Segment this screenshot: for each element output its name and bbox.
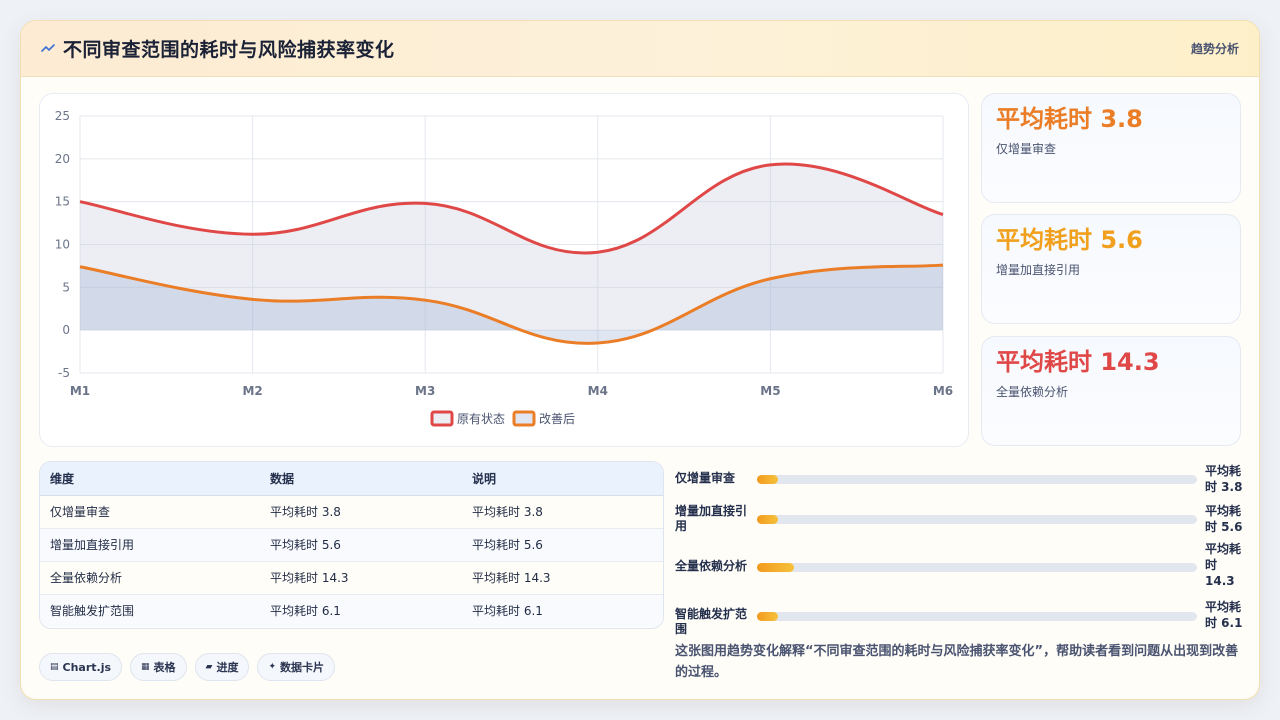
x-tick-label: M3 bbox=[415, 384, 435, 398]
chart-icon: ▤ bbox=[50, 662, 59, 672]
progress-label: 智能触发扩范围 bbox=[675, 607, 748, 636]
table-cell: 平均耗时 3.8 bbox=[462, 495, 663, 529]
trend-icon bbox=[41, 42, 55, 56]
table-cell: 平均耗时 6.1 bbox=[270, 604, 341, 619]
x-tick-label: M1 bbox=[70, 384, 90, 398]
progress-label: 仅增量审查 bbox=[675, 471, 736, 485]
y-tick-label: 20 bbox=[55, 152, 70, 166]
progress-label: 增量加直接引用 bbox=[675, 504, 748, 533]
progress-row: 全量依赖分析 平均耗时 14.3 bbox=[675, 542, 1245, 591]
chip-label: Chart.js bbox=[62, 660, 112, 674]
progress-fill bbox=[757, 612, 779, 621]
table-row: 增量加直接引用 平均耗时 5.6 平均耗时 5.6 bbox=[40, 528, 663, 562]
progress-label: 全量依赖分析 bbox=[675, 559, 748, 573]
progress-track bbox=[757, 563, 1197, 572]
dashboard-card: 不同审查范围的耗时与风险捕获率变化 趋势分析 25 20 15 10 5 0 -5 M1 M2 M… bbox=[20, 20, 1260, 700]
chip-label: 进度 bbox=[216, 661, 239, 674]
column-header: 维度 bbox=[40, 462, 260, 496]
y-tick-label: 25 bbox=[55, 109, 70, 123]
progress-track bbox=[757, 612, 1197, 621]
table-cell: 智能触发扩范围 bbox=[50, 604, 135, 619]
chip-label: 表格 bbox=[153, 661, 176, 674]
progress-value: 平均耗时 6.1 bbox=[1205, 600, 1243, 630]
y-tick-label: 15 bbox=[55, 195, 70, 209]
legend-swatch bbox=[512, 410, 536, 427]
chip-label: 数据卡片 bbox=[280, 661, 325, 674]
table-cell: 平均耗时 6.1 bbox=[472, 604, 543, 619]
chip-progress[interactable]: ▰ 进度 bbox=[194, 653, 250, 681]
y-tick-label: 10 bbox=[55, 238, 70, 252]
stat-card-direct-ref: 平均耗时 5.6 增量加直接引用 bbox=[981, 214, 1241, 324]
stat-value: 平均耗时 5.6 bbox=[996, 226, 1143, 254]
line-chart: 25 20 15 10 5 0 -5 M1 M2 M3 M4 M5 M6 原有状态 改善后 bbox=[39, 93, 969, 447]
progress-fill bbox=[757, 563, 794, 572]
y-tick-label: 0 bbox=[62, 323, 70, 337]
tech-chips: ▤ Chart.js ▦ 表格 ▰ 进度 ✦ 数据卡片 bbox=[39, 653, 336, 681]
stat-card-incremental: 平均耗时 3.8 仅增量审查 bbox=[981, 93, 1241, 203]
table-cell: 平均耗时 5.6 bbox=[260, 528, 462, 562]
table-row: 智能触发扩范围 平均耗时 6.1 平均耗时 6.1 bbox=[40, 594, 663, 627]
stat-value: 平均耗时 3.8 bbox=[996, 105, 1143, 133]
progress-value: 平均耗时 3.8 bbox=[1205, 464, 1243, 494]
table-cell: 平均耗时 3.8 bbox=[260, 495, 462, 529]
chart-svg: 25 20 15 10 5 0 -5M1 M2 M3 M4 M5 M6 原有状态 改善后 bbox=[55, 109, 953, 427]
stat-card-full-dependency: 平均耗时 14.3 全量依赖分析 bbox=[981, 336, 1241, 446]
table-cell: 平均耗时 14.3 bbox=[260, 561, 462, 595]
x-tick-label: M6 bbox=[933, 384, 953, 398]
progress-fill bbox=[757, 475, 779, 484]
stat-label: 增量加直接引用 bbox=[996, 263, 1081, 277]
progress-track bbox=[757, 475, 1197, 484]
progress-track bbox=[757, 515, 1197, 524]
legend-swatch bbox=[430, 410, 454, 427]
stat-label: 仅增量审查 bbox=[996, 142, 1057, 156]
data-table: 维度 数据 说明 仅增量审查 平均耗时 3.8 平均耗时 3.8 增量加直接引用… bbox=[39, 461, 664, 629]
table-header-row: 维度 数据 说明 bbox=[40, 462, 663, 496]
stat-label: 全量依赖分析 bbox=[996, 385, 1069, 399]
progress-row: 增量加直接引用 平均耗时 5.6 bbox=[675, 503, 1245, 543]
chip-chartjs[interactable]: ▤ Chart.js bbox=[39, 653, 123, 681]
stat-value: 平均耗时 14.3 bbox=[996, 348, 1160, 376]
y-tick-label: -5 bbox=[58, 366, 70, 380]
table-icon: ▦ bbox=[141, 662, 150, 672]
x-tick-label: M5 bbox=[760, 384, 780, 398]
column-header: 数据 bbox=[260, 462, 462, 496]
chip-data-card[interactable]: ✦ 数据卡片 bbox=[257, 653, 336, 681]
sparkle-icon: ✦ bbox=[268, 662, 277, 672]
y-tick-label: 5 bbox=[62, 280, 70, 294]
x-tick-label: M4 bbox=[588, 384, 608, 398]
card-header: 不同审查范围的耗时与风险捕获率变化 趋势分析 bbox=[21, 21, 1259, 77]
table-cell: 仅增量审查 bbox=[40, 495, 260, 529]
column-header: 说明 bbox=[462, 462, 663, 496]
progress-icon: ▰ bbox=[205, 662, 213, 672]
table-cell: 增量加直接引用 bbox=[40, 528, 260, 562]
x-tick-label: M2 bbox=[242, 384, 262, 398]
page-title: 不同审查范围的耗时与风险捕获率变化 bbox=[63, 39, 395, 61]
table-row: 全量依赖分析 平均耗时 14.3 平均耗时 14.3 bbox=[40, 561, 663, 595]
legend-label: 原有状态 bbox=[457, 412, 505, 426]
trend-analysis-tag[interactable]: 趋势分析 bbox=[1191, 40, 1239, 57]
table-cell: 平均耗时 14.3 bbox=[462, 561, 663, 595]
progress-value: 平均耗时 5.6 bbox=[1205, 504, 1243, 534]
table-row: 仅增量审查 平均耗时 3.8 平均耗时 3.8 bbox=[40, 495, 663, 529]
legend-label: 改善后 bbox=[539, 411, 575, 426]
table-cell: 全量依赖分析 bbox=[40, 561, 260, 595]
progress-row: 仅增量审查 平均耗时 3.8 bbox=[675, 463, 1245, 503]
table-cell: 平均耗时 5.6 bbox=[462, 528, 663, 562]
progress-value: 平均耗时 14.3 bbox=[1205, 542, 1242, 588]
progress-fill bbox=[757, 515, 779, 524]
chart-description: 这张图用趋势变化解释“不同审查范围的耗时与风险捕获率变化”，帮助读者看到问题从出… bbox=[675, 644, 1239, 680]
chip-table[interactable]: ▦ 表格 bbox=[130, 653, 187, 681]
